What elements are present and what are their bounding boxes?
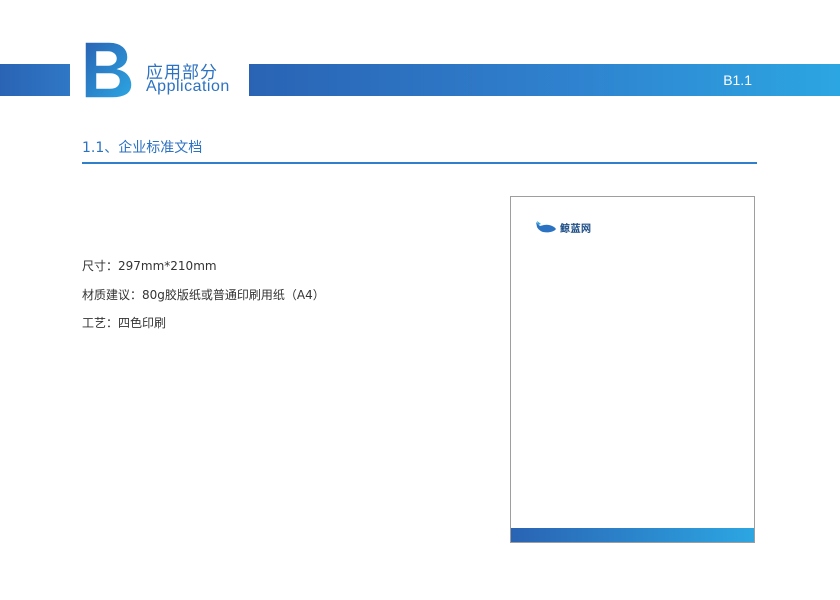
letterhead-preview: 鲸蓝网 xyxy=(510,196,755,543)
letterhead-logo: 鲸蓝网 xyxy=(535,219,592,235)
section-subtitle: Application xyxy=(146,78,230,95)
whale-logo-icon xyxy=(536,221,556,233)
letterhead-logo-text: 鲸蓝网 xyxy=(560,223,592,235)
spec-size: 尺寸：297mm*210mm xyxy=(82,259,217,273)
letterhead-footer-bar xyxy=(511,528,754,542)
subsection-divider xyxy=(82,162,757,164)
header-bar-left xyxy=(0,64,70,96)
section-letter-b xyxy=(84,41,133,99)
page-code: B1.1 xyxy=(723,72,752,88)
spec-process: 工艺：四色印刷 xyxy=(82,316,167,330)
subsection-heading: 1.1、企业标准文档 xyxy=(82,140,203,156)
spec-material: 材质建议：80g胶版纸或普通印刷用纸（A4） xyxy=(82,288,325,302)
